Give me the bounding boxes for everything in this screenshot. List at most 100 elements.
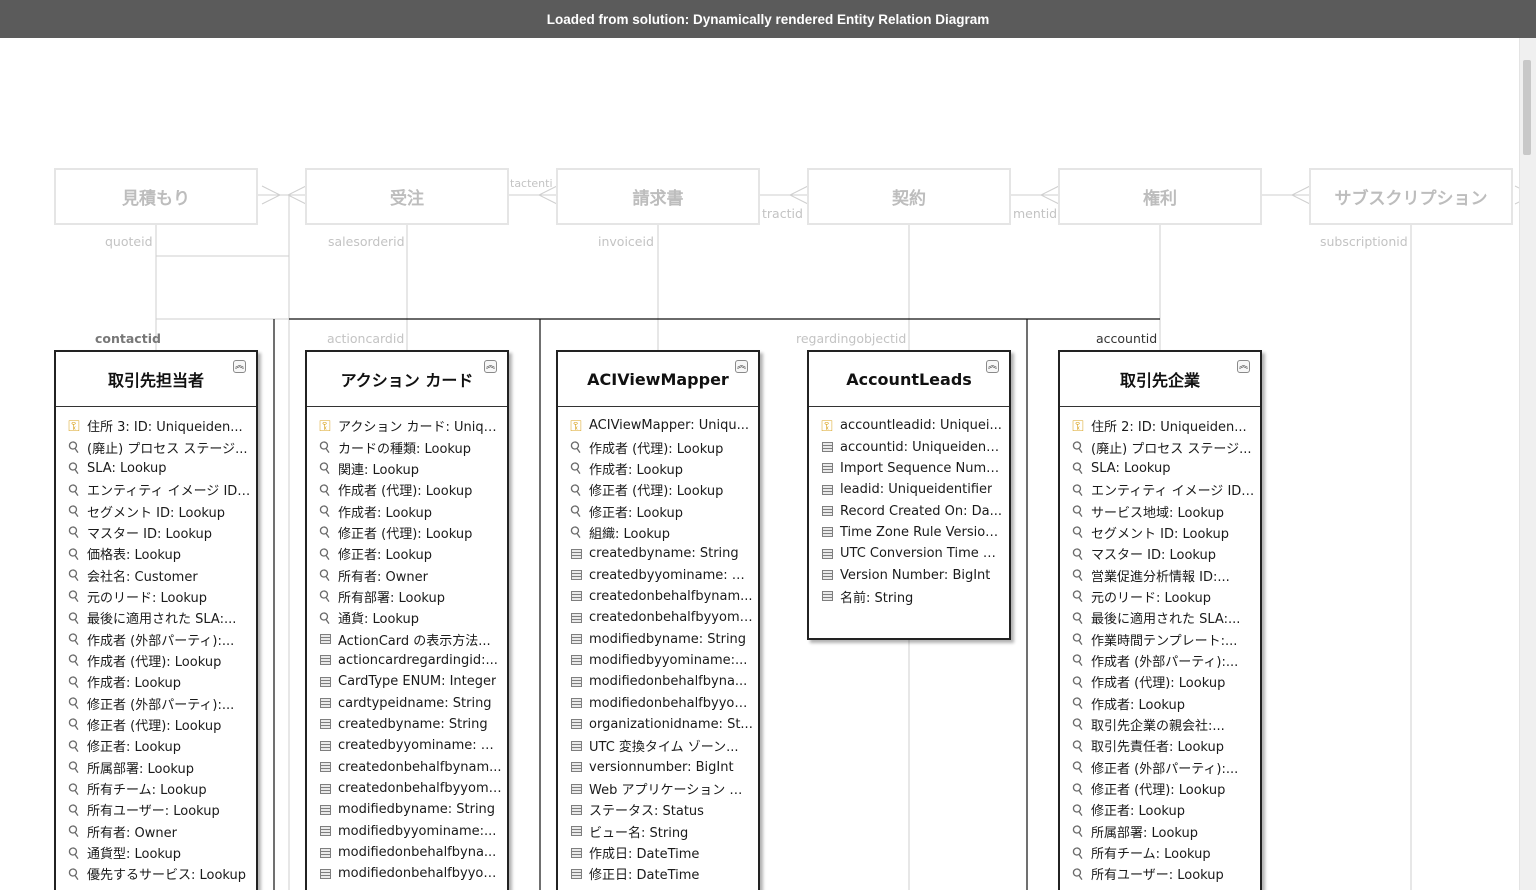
attribute-row[interactable]: accountid: Uniqueidenti... — [809, 436, 1009, 457]
attribute-row[interactable]: createdbyyominame: St... — [558, 564, 758, 585]
attribute-row[interactable]: ⚲ セグメント ID: Lookup — [1060, 522, 1260, 543]
attribute-row[interactable]: ⚲ セグメント ID: Lookup — [56, 500, 256, 522]
attribute-row[interactable]: ⚲ 作成者: Lookup — [307, 500, 507, 522]
entity-ghost-entitlement[interactable]: 権利 — [1058, 168, 1262, 225]
attribute-row[interactable]: ⚲ マスター ID: Lookup — [56, 522, 256, 543]
attribute-row[interactable]: createdbyname: String — [558, 543, 758, 564]
entity-ghost-invoice[interactable]: 請求書 — [556, 168, 760, 225]
attribute-row[interactable]: ⚲ 営業促進分析情報 ID:... — [1060, 564, 1260, 586]
attribute-row[interactable]: ⚲ 作成者: Lookup — [558, 458, 758, 479]
attribute-row[interactable]: createdonbehalfbynam... — [307, 757, 507, 778]
attribute-row[interactable]: modifiedonbehalfbyna... — [307, 842, 507, 863]
attribute-row[interactable]: UTC 変換タイム ゾーン... — [558, 735, 758, 756]
attribute-row[interactable]: ⚲ 所有ユーザー: Lookup — [56, 799, 256, 820]
attribute-row[interactable]: modifiedbyname: String — [307, 799, 507, 820]
attribute-row[interactable]: ⚿ アクション カード: Unique... — [307, 415, 507, 436]
vertical-scrollbar[interactable] — [1519, 38, 1536, 890]
attribute-row[interactable]: actioncardregardingid:... — [307, 650, 507, 671]
collapse-icon[interactable]: ︽ — [484, 360, 497, 373]
attribute-row[interactable]: ⚲ 所有部署: Lookup — [307, 586, 507, 607]
entity-ghost-subscription[interactable]: サブスクリプション — [1309, 168, 1513, 225]
attribute-row[interactable]: modifiedbyyominame:... — [558, 650, 758, 671]
attribute-row[interactable]: ⚲ 通貨型: Lookup — [56, 842, 256, 863]
attribute-row[interactable]: modifiedonbehalfbyyom... — [307, 863, 507, 884]
attribute-row[interactable]: ⚲ 作成者 (代理): Lookup — [307, 479, 507, 500]
attribute-row[interactable]: CardType ENUM: Integer — [307, 671, 507, 692]
entity-box[interactable]: AccountLeads ︽ ⚿ accountleadid: Uniquei... a… — [807, 350, 1011, 640]
attribute-row[interactable]: organizationidname: St... — [558, 714, 758, 735]
attribute-row[interactable]: ⚿ 住所 3: ID: Uniqueiden... — [56, 415, 256, 436]
attribute-row[interactable]: modifiedbyyominame:... — [307, 821, 507, 842]
attribute-row[interactable]: ⚲ (廃止) プロセス ステージ... — [56, 436, 256, 457]
attribute-row[interactable]: 作成日: DateTime — [558, 842, 758, 863]
entity-ghost-contract[interactable]: 契約 — [807, 168, 1011, 225]
diagram-canvas[interactable]: 見積もり 受注 請求書 契約 権利 サブスクリプション quoteid sale… — [0, 38, 1520, 890]
attribute-row[interactable]: ⚲ 修正者: Lookup — [307, 543, 507, 564]
attribute-row[interactable]: ⚲ 所有ユーザー: Lookup — [1060, 863, 1260, 884]
attribute-row[interactable]: ⚿ 住所 2: ID: Uniqueiden... — [1060, 415, 1260, 436]
attribute-row[interactable]: ⚲ SLA: Lookup — [1060, 458, 1260, 479]
attribute-row[interactable]: ⚲ 最後に適用された SLA:... — [1060, 607, 1260, 628]
attribute-row[interactable]: ⚲ カードの種類: Lookup — [307, 436, 507, 457]
attribute-row[interactable]: ⚲ 価格表: Lookup — [56, 543, 256, 564]
attribute-row[interactable]: createdonbehalfbyyomi... — [307, 778, 507, 799]
attribute-row[interactable]: modifiedonbehalfbyyom... — [558, 692, 758, 713]
collapse-icon[interactable]: ︽ — [1237, 360, 1250, 373]
attribute-row[interactable]: ⚲ 修正者 (代理): Lookup — [558, 479, 758, 500]
attribute-row[interactable]: createdbyyominame: St... — [307, 735, 507, 756]
entity-box[interactable]: ACIViewMapper ︽ ⚿ ACIViewMapper: Uniqu... ⚲ 作… — [556, 350, 760, 890]
attribute-row[interactable]: ⚲ 作成者: Lookup — [1060, 692, 1260, 714]
entity-ghost-quote[interactable]: 見積もり — [54, 168, 258, 225]
attribute-row[interactable]: ⚲ 作成者 (代理): Lookup — [56, 650, 256, 671]
attribute-row[interactable]: ⚿ accountleadid: Uniquei... — [809, 415, 1009, 436]
collapse-icon[interactable]: ︽ — [735, 360, 748, 373]
attribute-row[interactable]: ⚲ 所属部署: Lookup — [1060, 821, 1260, 842]
attribute-row[interactable]: ⚲ エンティティ イメージ ID:... — [1060, 479, 1260, 500]
collapse-icon[interactable]: ︽ — [986, 360, 999, 373]
attribute-row[interactable]: Import Sequence Numb... — [809, 458, 1009, 479]
attribute-row[interactable]: ⚲ 所有者: Owner — [56, 821, 256, 842]
attribute-row[interactable]: versionnumber: BigInt — [558, 757, 758, 778]
scrollbar-thumb[interactable] — [1523, 60, 1531, 155]
attribute-row[interactable]: ⚲ 所有チーム: Lookup — [1060, 842, 1260, 863]
attribute-row[interactable]: ⚲ 修正者 (外部パーティ):... — [1060, 757, 1260, 778]
attribute-row[interactable]: ⚲ 元のリード: Lookup — [1060, 586, 1260, 607]
attribute-row[interactable]: modifiedbyname: String — [558, 628, 758, 649]
entity-ghost-salesorder[interactable]: 受注 — [305, 168, 509, 225]
attribute-row[interactable]: 修正日: DateTime — [558, 863, 758, 884]
attribute-row[interactable]: ⚲ SLA: Lookup — [56, 458, 256, 479]
attribute-row[interactable]: ⚲ 作成者 (代理): Lookup — [1060, 671, 1260, 692]
attribute-row[interactable]: leadid: Uniqueidentifier — [809, 479, 1009, 500]
attribute-row[interactable]: ⚲ 所属部署: Lookup — [56, 757, 256, 778]
attribute-row[interactable]: UTC Conversion Time Z... — [809, 543, 1009, 564]
attribute-row[interactable]: ⚲ マスター ID: Lookup — [1060, 543, 1260, 564]
collapse-icon[interactable]: ︽ — [233, 360, 246, 373]
attribute-row[interactable]: ⚲ 修正者 (代理): Lookup — [307, 522, 507, 543]
attribute-row[interactable]: ⚲ 修正者: Lookup — [558, 500, 758, 522]
entity-box[interactable]: 取引先担当者 ︽ ⚿ 住所 3: ID: Uniqueiden... ⚲ (廃止) プロセ… — [54, 350, 258, 890]
attribute-row[interactable]: 名前: String — [809, 586, 1009, 607]
attribute-row[interactable]: ⚲ 通貨: Lookup — [307, 607, 507, 628]
attribute-row[interactable]: ⚲ 作成者 (代理): Lookup — [558, 436, 758, 457]
attribute-row[interactable]: ⚲ 修正者: Lookup — [1060, 799, 1260, 820]
attribute-row[interactable]: ステータス: Status — [558, 799, 758, 820]
attribute-row[interactable]: ⚲ 修正者 (代理): Lookup — [56, 714, 256, 735]
attribute-row[interactable]: ⚲ 所有チーム: Lookup — [56, 778, 256, 799]
attribute-row[interactable]: ⚲ 取引先企業の親会社:... — [1060, 714, 1260, 735]
attribute-row[interactable]: ⚲ 会社名: Customer — [56, 564, 256, 586]
attribute-row[interactable]: ⚲ 組織: Lookup — [558, 522, 758, 543]
attribute-row[interactable]: ⚲ サービス地域: Lookup — [1060, 500, 1260, 522]
attribute-row[interactable]: ⚲ 修正者: Lookup — [56, 735, 256, 756]
attribute-row[interactable]: ⚲ 修正者 (外部パーティ):... — [56, 692, 256, 714]
attribute-row[interactable]: cardtypeidname: String — [307, 692, 507, 713]
attribute-row[interactable]: createdonbehalfbyyomi... — [558, 607, 758, 628]
attribute-row[interactable]: ⚲ 元のリード: Lookup — [56, 586, 256, 607]
attribute-row[interactable]: createdbyname: String — [307, 714, 507, 735]
attribute-row[interactable]: ⚲ (廃止) プロセス ステージ... — [1060, 436, 1260, 457]
attribute-row[interactable]: Version Number: BigInt — [809, 564, 1009, 585]
attribute-row[interactable]: ⚲ 作成者 (外部パーティ):... — [1060, 650, 1260, 671]
attribute-row[interactable]: ⚲ 取引先責任者: Lookup — [1060, 735, 1260, 756]
attribute-row[interactable]: ⚲ 関連: Lookup — [307, 458, 507, 479]
attribute-row[interactable]: ⚲ 最後に適用された SLA:... — [56, 607, 256, 628]
attribute-row[interactable]: Web アプリケーション エ... — [558, 778, 758, 799]
